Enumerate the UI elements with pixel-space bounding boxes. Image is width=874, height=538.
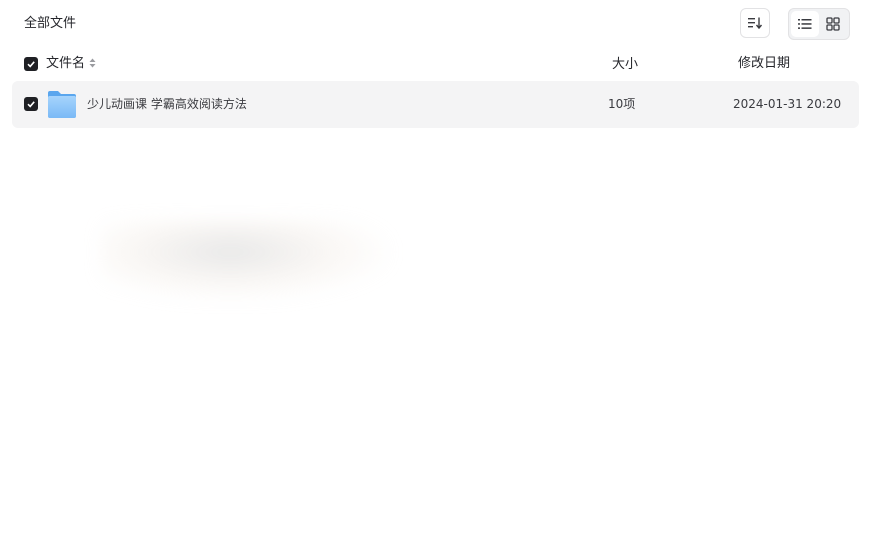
grid-view-button[interactable] (819, 11, 847, 37)
file-modified-date: 2024-01-31 20:20 (733, 97, 842, 111)
table-row[interactable]: 少儿动画课 学霸高效阅读方法 10项 2024-01-31 20:20 (12, 81, 859, 128)
column-header-name[interactable]: 文件名 (46, 55, 85, 73)
list-view-button[interactable] (791, 11, 819, 37)
select-all-checkbox[interactable] (24, 57, 38, 71)
column-header-modified: 修改日期 (738, 56, 791, 71)
folder-icon (48, 91, 76, 118)
list-view-icon (798, 19, 812, 29)
view-mode-toggle (788, 8, 850, 40)
checkmark-icon (27, 101, 35, 108)
sort-button[interactable] (740, 8, 770, 38)
file-name[interactable]: 少儿动画课 学霸高效阅读方法 (87, 96, 247, 112)
checkmark-icon (27, 61, 35, 68)
sort-toggle-icon[interactable] (89, 57, 96, 73)
file-size: 10项 (608, 97, 636, 111)
sort-descending-icon (748, 17, 763, 30)
drag-ghost-blur (100, 220, 390, 300)
table-header: 文件名 大小 修改日期 (0, 52, 874, 76)
grid-view-icon (826, 17, 840, 31)
row-checkbox[interactable] (24, 97, 38, 111)
column-header-size: 大小 (612, 57, 639, 72)
breadcrumb[interactable]: 全部文件 (24, 15, 76, 33)
